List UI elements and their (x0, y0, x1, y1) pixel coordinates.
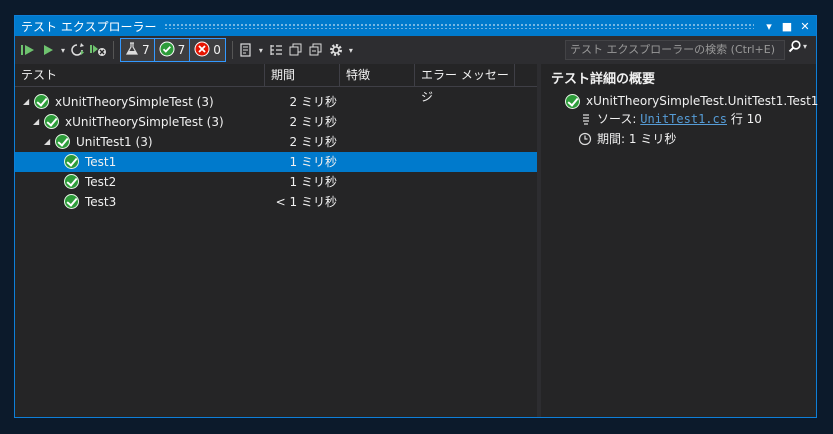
column-traits[interactable]: 特徴 (340, 64, 415, 86)
test-row-class[interactable]: ◢ UnitTest1 (3) 2 ミリ秒 (15, 132, 537, 152)
search-input[interactable]: テスト エクスプローラーの検索 (Ctrl+E) (565, 40, 785, 60)
test-row-test1[interactable]: Test1 1 ミリ秒 (15, 152, 537, 172)
passed-icon (64, 154, 79, 169)
passed-icon (159, 41, 175, 60)
test-row-test2[interactable]: Test2 1 ミリ秒 (15, 172, 537, 192)
test-duration: 2 ミリ秒 (289, 135, 337, 149)
passed-icon (55, 134, 70, 149)
filter-passed-tests[interactable]: 7 (154, 39, 191, 61)
passed-icon (565, 94, 580, 109)
flask-icon (125, 41, 139, 59)
playlist-dropdown-icon[interactable]: ▾ (257, 39, 265, 61)
passed-icon (44, 114, 59, 129)
expand-arrow-icon[interactable]: ◢ (33, 112, 39, 132)
column-test[interactable]: テスト (15, 64, 265, 86)
test-duration: < 1 ミリ秒 (275, 195, 337, 209)
expand-arrow-icon[interactable]: ◢ (44, 132, 50, 152)
test-list-pane: テスト 期間 特徴 エラー メッセージ ◢ xUnitTheorySimpleT… (15, 64, 537, 417)
test-row-test3[interactable]: Test3 < 1 ミリ秒 (15, 192, 537, 212)
collapse-all-icon[interactable] (307, 39, 325, 61)
detail-summary-title: テスト詳細の概要 (551, 72, 656, 87)
filter-all-count: 7 (142, 43, 150, 57)
expand-arrow-icon[interactable]: ◢ (23, 92, 29, 112)
column-header: テスト 期間 特徴 エラー メッセージ (15, 64, 537, 104)
title-bar[interactable]: テスト エクスプローラー ▾ ■ ✕ (15, 16, 816, 36)
test-label: xUnitTheorySimpleTest (3) (55, 95, 214, 109)
maximize-icon[interactable]: ■ (780, 20, 794, 33)
test-label: Test3 (85, 195, 117, 209)
source-label: ソース: (597, 112, 637, 126)
filter-passed-count: 7 (177, 43, 186, 57)
test-duration: 2 ミリ秒 (289, 115, 337, 129)
filter-failed-tests[interactable]: 0 (190, 39, 225, 61)
test-duration: 2 ミリ秒 (289, 95, 337, 109)
source-line: 行 10 (730, 112, 762, 126)
refresh-icon[interactable] (69, 39, 87, 61)
search-dropdown-icon[interactable]: ▾ (803, 42, 807, 51)
passed-icon (34, 94, 49, 109)
test-label: xUnitTheorySimpleTest (3) (65, 115, 224, 129)
playlist-icon[interactable] (237, 39, 255, 61)
test-label: Test1 (85, 155, 117, 169)
detail-test-name: xUnitTheorySimpleTest.UnitTest1.Test1 (586, 94, 819, 108)
settings-dropdown-icon[interactable]: ▾ (347, 39, 355, 61)
toolbar-separator (113, 41, 114, 59)
test-duration: 1 ミリ秒 (289, 155, 337, 169)
outcome-filter-group: 7 7 0 (120, 38, 226, 62)
passed-icon (64, 174, 79, 189)
test-label: Test2 (85, 175, 117, 189)
detail-source: ソース: UnitTest1.cs 行 10 (597, 110, 762, 128)
test-row-namespace[interactable]: ◢ xUnitTheorySimpleTest (3) 2 ミリ秒 (15, 112, 537, 132)
settings-gear-icon[interactable] (327, 39, 345, 61)
duration-value: 1 ミリ秒 (628, 132, 677, 146)
passed-icon (64, 194, 79, 209)
run-dropdown-icon[interactable]: ▾ (59, 39, 67, 61)
detail-duration: 期間: 1 ミリ秒 (597, 130, 676, 148)
test-detail-pane: テスト詳細の概要 xUnitTheorySimpleTest.UnitTest1… (541, 64, 819, 417)
test-row-project[interactable]: ◢ xUnitTheorySimpleTest (3) 2 ミリ秒 (15, 92, 537, 112)
test-explorer-window: テスト エクスプローラー ▾ ■ ✕ ▾ 7 7 0 ▾ ▾ テスト エクスプロ… (14, 15, 819, 418)
toolbar-separator (231, 41, 233, 59)
clock-icon (578, 132, 592, 149)
column-duration[interactable]: 期間 (265, 64, 340, 86)
failed-icon (194, 41, 210, 60)
source-file-link[interactable]: UnitTest1.cs (640, 112, 727, 126)
expand-all-icon[interactable] (287, 39, 305, 61)
test-duration: 1 ミリ秒 (289, 175, 337, 189)
test-label: UnitTest1 (3) (76, 135, 153, 149)
window-title: テスト エクスプローラー (21, 19, 157, 34)
search-icon[interactable] (788, 40, 801, 57)
source-icon (581, 112, 591, 129)
close-icon[interactable]: ✕ (798, 20, 812, 33)
window-menu-dropdown-icon[interactable]: ▾ (762, 20, 776, 33)
filter-failed-count: 0 (213, 43, 221, 57)
filter-all-tests[interactable]: 7 (121, 39, 155, 61)
column-error-message[interactable]: エラー メッセージ (415, 64, 515, 104)
run-icon[interactable] (39, 39, 57, 61)
title-grip[interactable] (164, 23, 754, 29)
duration-label: 期間: (597, 132, 626, 146)
group-by-icon[interactable] (267, 39, 285, 61)
run-all-icon[interactable] (19, 39, 37, 61)
cancel-run-icon[interactable] (89, 39, 107, 61)
